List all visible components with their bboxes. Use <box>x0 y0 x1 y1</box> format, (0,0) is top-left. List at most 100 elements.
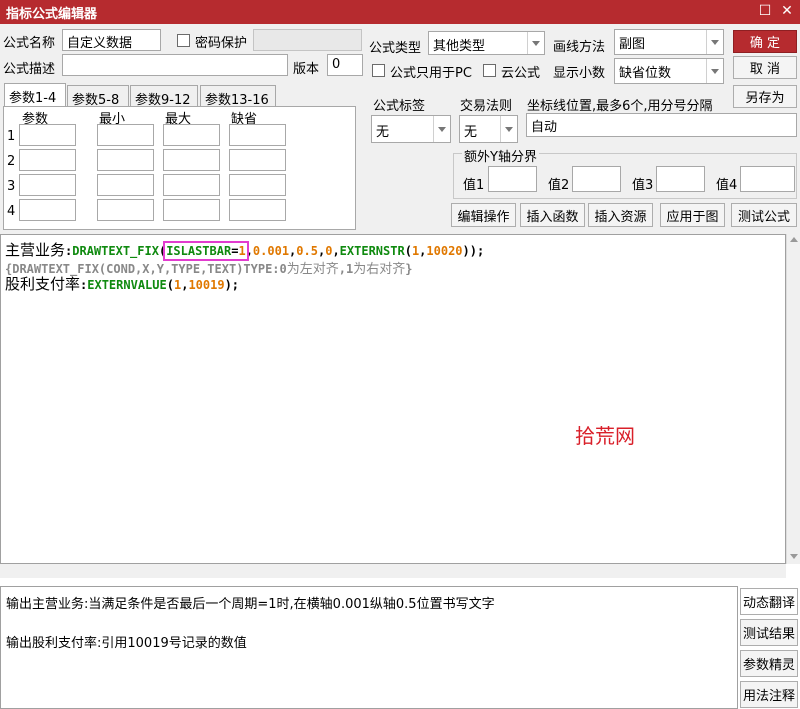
tab-params-1-4[interactable]: 参数1-4 <box>4 83 66 107</box>
tab-params-9-12[interactable]: 参数9-12 <box>130 85 198 108</box>
insert-function-button[interactable]: 插入函数 <box>520 203 585 227</box>
output-line: 输出股利支付率:引用10019号记录的数值 <box>6 636 247 651</box>
code-number: 0.001 <box>252 244 290 258</box>
horizontal-scrollbar[interactable] <box>0 564 786 578</box>
code-comment: ,1 <box>338 262 354 276</box>
code-function: DRAWTEXT_FIX <box>72 244 159 258</box>
code-paren: ( <box>404 244 412 258</box>
pc-only-checkbox[interactable] <box>372 64 385 77</box>
coord-input[interactable]: 自动 <box>526 113 797 137</box>
param-min-input[interactable] <box>97 199 154 221</box>
chevron-down-icon[interactable] <box>433 116 450 142</box>
code-line: 股利支付率:EXTERNVALUE(1,10019); <box>5 273 239 294</box>
highlight-box: ISLASTBAR=1 <box>163 241 249 261</box>
param-min-input[interactable] <box>97 149 154 171</box>
chevron-down-icon[interactable] <box>706 30 723 54</box>
formula-desc-label: 公式描述 <box>3 62 56 77</box>
param-default-input[interactable] <box>229 149 286 171</box>
param-max-input[interactable] <box>163 174 220 196</box>
param-max-input[interactable] <box>163 124 220 146</box>
yaxis-group-title: 额外Y轴分界 <box>462 146 539 165</box>
formula-type-select[interactable]: 其他类型 <box>428 31 545 55</box>
yaxis-value-2-input[interactable] <box>572 166 621 192</box>
version-label: 版本 <box>293 62 320 77</box>
cloud-formula-checkbox[interactable] <box>483 64 496 77</box>
usage-notes-button[interactable]: 用法注释 <box>740 681 798 708</box>
code-comment: } <box>405 262 413 276</box>
cloud-formula-label: 云公式 <box>501 66 541 81</box>
param-name-input[interactable] <box>19 124 76 146</box>
formula-tag-label: 公式标签 <box>373 99 426 114</box>
scroll-down-icon[interactable] <box>790 554 798 559</box>
cancel-button[interactable]: 取 消 <box>733 56 797 79</box>
apply-to-chart-button[interactable]: 应用于图 <box>660 203 725 227</box>
yaxis-value-1-input[interactable] <box>488 166 537 192</box>
param-row-number: 2 <box>7 154 16 169</box>
code-comma: , <box>332 244 340 258</box>
insert-resource-button[interactable]: 插入资源 <box>588 203 653 227</box>
trade-rule-value: 无 <box>464 125 478 140</box>
param-name-input[interactable] <box>19 199 76 221</box>
scroll-up-icon[interactable] <box>790 237 798 242</box>
yaxis-value-4-input[interactable] <box>740 166 795 192</box>
code-number: 1 <box>238 244 246 258</box>
formula-type-value: 其他类型 <box>433 39 486 54</box>
tab-params-13-16[interactable]: 参数13-16 <box>200 85 276 108</box>
edit-operations-button[interactable]: 编辑操作 <box>451 203 516 227</box>
test-result-button[interactable]: 测试结果 <box>740 619 798 646</box>
chevron-down-icon[interactable] <box>706 59 723 83</box>
chevron-down-icon[interactable] <box>500 116 517 142</box>
dynamic-translate-button[interactable]: 动态翻译 <box>740 588 798 615</box>
tab-params-5-8[interactable]: 参数5-8 <box>67 85 129 108</box>
code-number: 0.5 <box>296 244 318 258</box>
param-wizard-button[interactable]: 参数精灵 <box>740 650 798 677</box>
title-bar[interactable]: 指标公式编辑器 ☐ ✕ <box>0 0 800 24</box>
param-max-input[interactable] <box>163 149 220 171</box>
decimals-select[interactable]: 缺省位数 <box>614 58 724 84</box>
decimals-value: 缺省位数 <box>619 66 672 81</box>
yaxis-value-3-input[interactable] <box>656 166 705 192</box>
password-label: 密码保护 <box>195 36 248 51</box>
code-comment: 为左对齐 <box>286 262 339 277</box>
code-function: ISLASTBAR <box>166 244 232 258</box>
formula-desc-input[interactable] <box>62 54 288 76</box>
password-input[interactable] <box>253 29 362 51</box>
code-paren: ); <box>224 278 240 292</box>
formula-tag-select[interactable]: 无 <box>371 115 451 143</box>
param-default-input[interactable] <box>229 124 286 146</box>
param-row-number: 1 <box>7 129 16 144</box>
save-as-button[interactable]: 另存为 <box>733 85 797 108</box>
param-default-input[interactable] <box>229 174 286 196</box>
formula-name-input[interactable]: 自定义数据 <box>62 29 161 51</box>
param-name-input[interactable] <box>19 174 76 196</box>
code-line: 主营业务:DRAWTEXT_FIX(ISLASTBAR=1,0.001,0.5,… <box>5 239 484 261</box>
draw-method-value: 副图 <box>619 37 646 52</box>
trade-rule-select[interactable]: 无 <box>459 115 518 143</box>
ok-button[interactable]: 确 定 <box>733 30 797 53</box>
test-formula-button[interactable]: 测试公式 <box>731 203 797 227</box>
output-panel: 输出主营业务:当满足条件是否最后一个周期=1时,在横轴0.001纵轴0.5位置书… <box>0 586 738 709</box>
param-default-input[interactable] <box>229 199 286 221</box>
param-name-input[interactable] <box>19 149 76 171</box>
yaxis-label-1: 值1 <box>463 178 485 193</box>
param-min-input[interactable] <box>97 174 154 196</box>
draw-method-select[interactable]: 副图 <box>614 29 724 55</box>
param-min-input[interactable] <box>97 124 154 146</box>
password-checkbox[interactable] <box>177 34 190 47</box>
watermark: 拾荒网 <box>575 424 635 448</box>
vertical-scrollbar[interactable] <box>786 234 800 564</box>
chevron-down-icon[interactable] <box>527 32 544 54</box>
yaxis-label-4: 值4 <box>716 178 738 193</box>
code-var-name: 股利支付率 <box>5 275 81 293</box>
formula-name-label: 公式名称 <box>3 36 56 51</box>
draw-method-label: 画线方法 <box>553 40 606 55</box>
param-max-input[interactable] <box>163 199 220 221</box>
close-icon[interactable]: ✕ <box>778 2 796 20</box>
maximize-icon[interactable]: ☐ <box>756 2 774 20</box>
decimals-label: 显示小数 <box>553 66 606 81</box>
code-var-name: 主营业务 <box>5 241 66 259</box>
pc-only-label: 公式只用于PC <box>390 66 472 81</box>
code-function: EXTERNVALUE <box>87 278 167 292</box>
version-input[interactable]: 0 <box>327 54 363 76</box>
code-editor[interactable]: 主营业务:DRAWTEXT_FIX(ISLASTBAR=1,0.001,0.5,… <box>0 234 786 564</box>
